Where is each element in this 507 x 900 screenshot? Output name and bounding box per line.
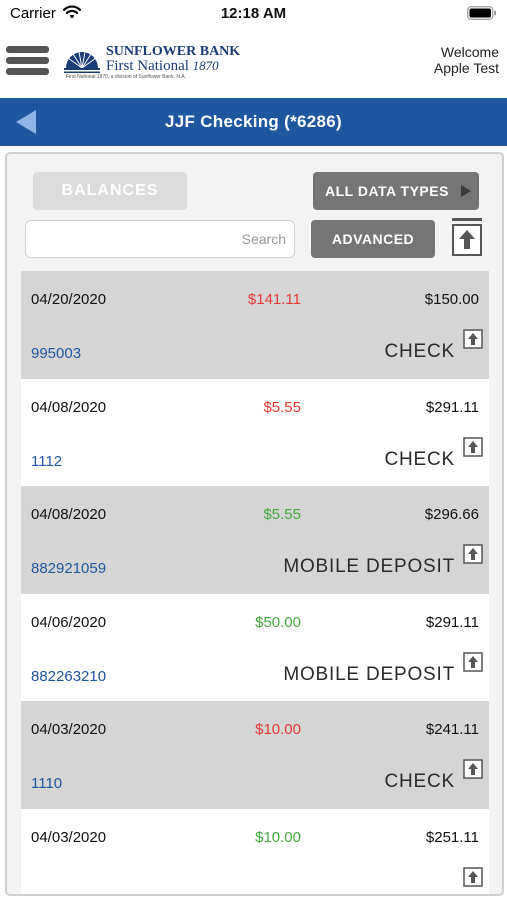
transaction-amount: $50.00 — [255, 613, 301, 631]
transaction-balance: $296.66 — [424, 506, 479, 523]
transaction-row[interactable]: 04/03/2020 $10.00 $251.11 — [21, 808, 489, 894]
transaction-type: CHECK — [384, 448, 455, 470]
transaction-balance: $291.11 — [425, 613, 479, 631]
welcome-message: Welcome Apple Test — [434, 44, 499, 76]
transaction-row[interactable]: 04/03/2020 $10.00 $241.11 1110 CHECK — [21, 701, 489, 809]
account-nav-bar: JJF Checking (*6286) — [0, 98, 507, 146]
transaction-reference-link[interactable]: 882921059 — [31, 560, 106, 577]
transaction-row[interactable]: 04/08/2020 $5.55 $291.11 1112 CHECK — [21, 378, 489, 486]
transaction-amount: $141.11 — [247, 291, 301, 308]
transaction-amount: $5.55 — [263, 506, 301, 523]
account-title: JJF Checking (*6286) — [164, 112, 342, 131]
app-header: SUNFLOWER BANK First National 1870 First… — [0, 30, 507, 98]
transaction-reference-link[interactable]: 1112 — [31, 453, 62, 470]
transaction-reference-link[interactable]: 995003 — [31, 345, 81, 362]
data-types-dropdown[interactable]: ALL DATA TYPES — [313, 172, 479, 210]
bank-logo: SUNFLOWER BANK First National 1870 First… — [62, 44, 240, 80]
transaction-date: 04/03/2020 — [31, 828, 107, 846]
transaction-detail-icon[interactable] — [463, 866, 483, 887]
transaction-balance: $241.11 — [425, 721, 479, 738]
user-name: Apple Test — [433, 60, 499, 76]
transaction-type: MOBILE DEPOSIT — [283, 663, 455, 685]
data-types-label: ALL DATA TYPES — [325, 183, 449, 199]
transaction-date: 04/20/2020 — [31, 291, 107, 308]
transaction-date: 04/08/2020 — [31, 506, 107, 523]
search-input[interactable] — [26, 221, 294, 257]
search-field[interactable] — [25, 220, 295, 258]
transaction-detail-icon[interactable] — [463, 544, 483, 564]
export-icon[interactable] — [451, 217, 483, 257]
transaction-detail-icon[interactable] — [463, 651, 483, 672]
transaction-date: 04/08/2020 — [31, 398, 107, 416]
transaction-type: MOBILE DEPOSIT — [283, 556, 455, 577]
transaction-row[interactable]: 04/20/2020 $141.11 $150.00 995003 CHECK — [21, 271, 489, 379]
transaction-list: 04/20/2020 $141.11 $150.00 995003 CHECK 04/08… — [21, 271, 489, 894]
transaction-amount: $10.00 — [255, 828, 301, 846]
play-arrow-icon — [461, 185, 471, 197]
welcome-label: Welcome — [440, 44, 499, 60]
transaction-detail-icon[interactable] — [463, 759, 483, 779]
transaction-date: 04/03/2020 — [31, 721, 107, 738]
transaction-type: CHECK — [384, 771, 455, 792]
advanced-button[interactable]: ADVANCED — [311, 220, 435, 258]
transaction-reference-link[interactable]: 882263210 — [31, 668, 106, 685]
transaction-row[interactable]: 04/06/2020 $50.00 $291.11 882263210 MOBILE D… — [21, 593, 489, 701]
battery-icon — [467, 6, 496, 20]
transaction-date: 04/06/2020 — [31, 613, 107, 631]
sunflower-emblem-icon — [64, 51, 100, 73]
transaction-reference-link[interactable]: 1110 — [31, 775, 62, 792]
balances-button[interactable]: BALANCES — [33, 172, 187, 210]
transaction-amount: $10.00 — [255, 721, 301, 738]
transaction-balance: $150.00 — [424, 291, 479, 308]
logo-subtitle: First National 1870 — [106, 58, 219, 74]
transaction-type: CHECK — [384, 341, 455, 362]
status-bar: Carrier 12:18 AM — [0, 0, 507, 30]
status-time: 12:18 AM — [220, 5, 287, 22]
transaction-balance: $251.11 — [425, 828, 479, 846]
logo-tagline: First National 1870, a division of Sunfl… — [66, 74, 187, 80]
hamburger-menu-icon[interactable] — [6, 46, 49, 76]
transaction-detail-icon[interactable] — [463, 436, 483, 457]
transactions-panel: BALANCES ALL DATA TYPES ADVANCED 04/20/2… — [5, 152, 504, 896]
transaction-row[interactable]: 04/08/2020 $5.55 $296.66 882921059 MOBILE DE… — [21, 486, 489, 594]
transaction-detail-icon[interactable] — [463, 329, 483, 349]
transaction-amount: $5.55 — [263, 398, 301, 416]
transaction-balance: $291.11 — [425, 398, 479, 416]
